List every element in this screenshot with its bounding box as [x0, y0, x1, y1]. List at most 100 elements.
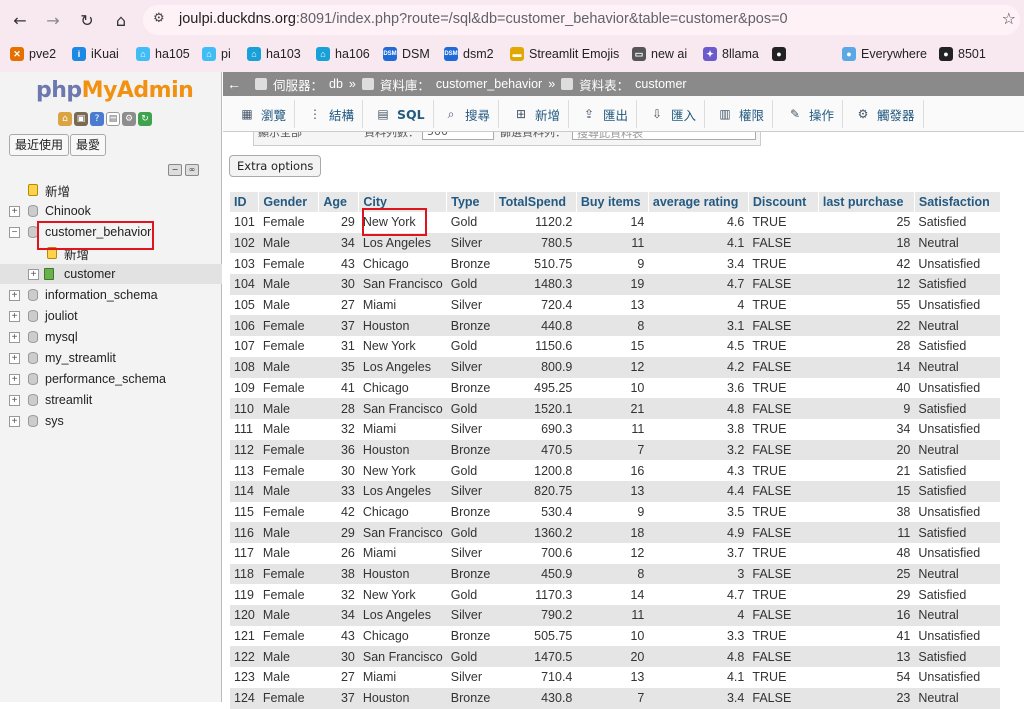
cell-gender[interactable]: Female — [258, 687, 319, 709]
cell-city[interactable]: Miami — [358, 418, 447, 440]
cell-age[interactable]: 34 — [318, 605, 359, 626]
expand-plus-icon[interactable]: + — [9, 415, 20, 427]
cell-discount[interactable]: FALSE — [748, 232, 819, 254]
cell-age[interactable]: 30 — [318, 460, 359, 481]
cell-age[interactable]: 29 — [318, 522, 359, 543]
cell-gender[interactable]: Female — [258, 584, 319, 606]
cell-average-rating[interactable]: 4.9 — [648, 522, 749, 543]
cell-age[interactable]: 27 — [318, 667, 359, 688]
tab-import[interactable]: ⇩ 匯入 — [641, 100, 706, 128]
cell-city[interactable]: Miami — [358, 543, 447, 564]
cell-age[interactable]: 31 — [318, 336, 359, 357]
cell-age[interactable]: 30 — [318, 646, 359, 668]
cell-type[interactable]: Gold — [446, 398, 495, 419]
cell-totalspend[interactable]: 820.75 — [494, 480, 577, 502]
reload-nav-icon[interactable]: ↻ — [138, 112, 152, 126]
bookmark-streamlit-emojis[interactable]: ▬ Streamlit Emojis — [510, 47, 619, 61]
cell-last-purchase[interactable]: 28 — [818, 336, 915, 357]
cell-age[interactable]: 27 — [318, 294, 359, 316]
cell-discount[interactable]: FALSE — [748, 646, 819, 668]
cell-id[interactable]: 117 — [230, 543, 259, 564]
cell-satisfaction[interactable]: Unsatisfied — [914, 501, 1001, 523]
expand-plus-icon[interactable]: + — [9, 310, 20, 322]
cell-discount[interactable]: FALSE — [748, 398, 819, 419]
cell-totalspend[interactable]: 720.4 — [494, 294, 577, 316]
collapse-minus-icon[interactable]: − — [9, 226, 20, 238]
cell-satisfaction[interactable]: Unsatisfied — [914, 543, 1001, 564]
cell-id[interactable]: 105 — [230, 294, 259, 316]
help-icon[interactable]: ? — [90, 112, 104, 126]
cell-average-rating[interactable]: 3.3 — [648, 625, 749, 647]
cell-totalspend[interactable]: 470.5 — [494, 439, 577, 461]
cell-city[interactable]: Chicago — [358, 377, 447, 399]
cell-gender[interactable]: Male — [258, 480, 319, 502]
cell-average-rating[interactable]: 4.4 — [648, 480, 749, 502]
tree-item-information-schema[interactable]: + information_schema — [0, 285, 222, 305]
row-count-select[interactable]: 500 — [422, 132, 494, 140]
cell-discount[interactable]: TRUE — [748, 294, 819, 316]
cell-last-purchase[interactable]: 29 — [818, 584, 915, 606]
bookmark-unnamed-11[interactable]: ● — [772, 47, 786, 61]
cell-type[interactable]: Bronze — [446, 377, 495, 399]
cell-id[interactable]: 103 — [230, 253, 259, 275]
table-row[interactable]: 116 Male 29 San Francisco Gold 1360.2 18 4.9 FAL… — [230, 522, 1001, 543]
cell-average-rating[interactable]: 4 — [648, 294, 749, 316]
cell-gender[interactable]: Male — [258, 667, 319, 688]
cell-discount[interactable]: TRUE — [748, 584, 819, 606]
cell-id[interactable]: 113 — [230, 460, 259, 481]
cell-buy-items[interactable]: 12 — [576, 356, 649, 378]
cell-city[interactable]: Chicago — [358, 625, 447, 647]
column-header-type[interactable]: Type — [446, 192, 495, 212]
cell-type[interactable]: Silver — [446, 356, 495, 378]
cell-discount[interactable]: FALSE — [748, 356, 819, 378]
cell-id[interactable]: 101 — [230, 212, 259, 233]
cell-id[interactable]: 116 — [230, 522, 259, 543]
cell-average-rating[interactable]: 3.4 — [648, 253, 749, 275]
cell-satisfaction[interactable]: Neutral — [914, 687, 1001, 709]
cell-type[interactable]: Gold — [446, 646, 495, 668]
cell-type[interactable]: Bronze — [446, 501, 495, 523]
cell-last-purchase[interactable]: 22 — [818, 315, 915, 337]
bookmark-pi[interactable]: ⌂ pi — [202, 47, 231, 61]
cell-last-purchase[interactable]: 18 — [818, 232, 915, 254]
cell-type[interactable]: Gold — [446, 274, 495, 295]
table-row[interactable]: 124 Female 37 Houston Bronze 430.8 7 3.4 FALSE 23… — [230, 687, 1001, 709]
cell-totalspend[interactable]: 495.25 — [494, 377, 577, 399]
cell-totalspend[interactable]: 790.2 — [494, 605, 577, 626]
tab-export[interactable]: ⇪ 匯出 — [573, 100, 638, 128]
cell-totalspend[interactable]: 780.5 — [494, 232, 577, 254]
cell-totalspend[interactable]: 530.4 — [494, 501, 577, 523]
cell-city[interactable]: San Francisco — [358, 398, 447, 419]
cell-city[interactable]: Chicago — [358, 253, 447, 275]
cell-buy-items[interactable]: 11 — [576, 605, 649, 626]
cell-type[interactable]: Gold — [446, 522, 495, 543]
cell-buy-items[interactable]: 15 — [576, 336, 649, 357]
cell-type[interactable]: Bronze — [446, 687, 495, 709]
extra-options-button[interactable]: Extra options — [229, 155, 322, 177]
phpmyadmin-logo[interactable]: phpMyAdmin — [36, 78, 194, 103]
cell-discount[interactable]: FALSE — [748, 522, 819, 543]
cell-discount[interactable]: TRUE — [748, 253, 819, 275]
tree-item-chinook[interactable]: + Chinook — [0, 201, 222, 221]
tree-item-new-database[interactable]: 新增 — [0, 180, 222, 200]
cell-buy-items[interactable]: 9 — [576, 253, 649, 275]
cell-buy-items[interactable]: 10 — [576, 625, 649, 647]
cell-gender[interactable]: Male — [258, 398, 319, 419]
cell-id[interactable]: 114 — [230, 480, 259, 502]
cell-id[interactable]: 102 — [230, 232, 259, 254]
cell-buy-items[interactable]: 21 — [576, 398, 649, 419]
cell-last-purchase[interactable]: 12 — [818, 274, 915, 295]
tab-insert[interactable]: ⊞ 新增 — [505, 100, 570, 128]
table-row[interactable]: 122 Male 30 San Francisco Gold 1470.5 20 4.8 FAL… — [230, 646, 1001, 668]
tab-sql[interactable]: ▤ SQL — [367, 100, 434, 128]
cell-totalspend[interactable]: 505.75 — [494, 625, 577, 647]
cell-satisfaction[interactable]: Unsatisfied — [914, 377, 1001, 399]
expand-plus-icon[interactable]: + — [9, 331, 20, 343]
cell-last-purchase[interactable]: 16 — [818, 605, 915, 626]
cell-satisfaction[interactable]: Satisfied — [914, 480, 1001, 502]
tab-search[interactable]: ⌕ 搜尋 — [435, 100, 500, 128]
cell-type[interactable]: Silver — [446, 543, 495, 564]
cell-gender[interactable]: Female — [258, 253, 319, 275]
cell-id[interactable]: 115 — [230, 501, 259, 523]
tab-wrench[interactable]: ✎ 操作 — [779, 100, 844, 128]
